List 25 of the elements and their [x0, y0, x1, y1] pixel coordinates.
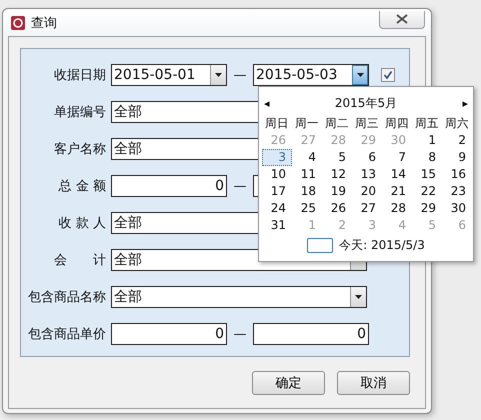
field-label: 客户名称 — [53, 141, 107, 158]
combo-value: 全部 — [113, 251, 142, 269]
weekday-header: 周六 — [444, 115, 470, 132]
field-value: 全部 — [113, 103, 142, 121]
field-value: 全部 — [113, 214, 142, 232]
field-label: 总 金 额 — [58, 178, 107, 195]
field-label: 包含商品单价 — [27, 326, 107, 343]
field-value: 0 — [215, 326, 224, 342]
field-value: 0 — [357, 326, 366, 342]
field-label: 收据日期 — [53, 67, 107, 84]
combo-value: 全部 — [113, 288, 142, 306]
range-dash: — — [232, 68, 248, 82]
range-dash: — — [232, 326, 248, 342]
field-value: 0 — [215, 178, 224, 194]
weekday-header: 周四 — [384, 115, 410, 132]
date-value: 2015-05-01 — [113, 67, 196, 83]
field-label: 会 计 — [53, 252, 107, 269]
field-label: 单据编号 — [53, 104, 107, 121]
weekday-header: 周五 — [414, 115, 440, 132]
window-title: 查询 — [31, 14, 57, 32]
field-label: 收 款 人 — [58, 215, 107, 232]
date-value: 2015-05-03 — [255, 67, 338, 83]
field-label: 包含商品名称 — [27, 289, 107, 306]
field-value: 全部 — [113, 140, 142, 158]
range-dash: — — [232, 178, 248, 194]
